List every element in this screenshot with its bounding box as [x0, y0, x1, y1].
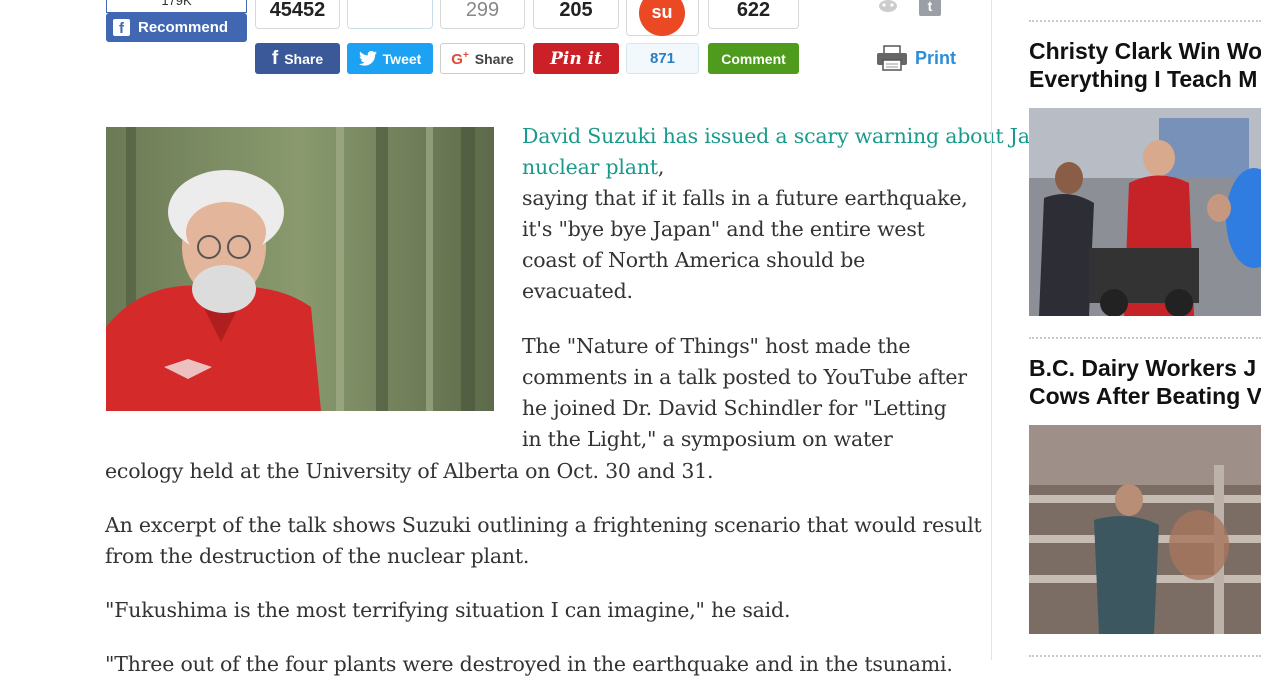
sidebar-story-image-2[interactable]	[1029, 425, 1261, 634]
article-paragraph-4: "Fukushima is the most terrifying situat…	[105, 595, 790, 626]
p3-line: An excerpt of the talk shows Suzuki outl…	[105, 513, 982, 537]
title-line: Christy Clark Win Wo	[1029, 38, 1261, 64]
p1-line: it's "bye bye Japan" and the entire west	[522, 217, 925, 241]
pinterest-pin-label: Pin it	[550, 48, 602, 69]
p1-line: evacuated.	[522, 279, 633, 303]
comment-count: 622	[708, 0, 799, 29]
title-line: B.C. Dairy Workers J	[1029, 355, 1257, 381]
googleplus-share-count: 299	[440, 0, 525, 29]
stumbleupon-count[interactable]: 871	[626, 43, 699, 74]
facebook-recommend-button[interactable]: f Recommend	[106, 13, 247, 42]
sidebar-divider	[991, 0, 992, 660]
facebook-share-button[interactable]: f Share	[255, 43, 340, 74]
pinterest-pin-button[interactable]: Pin it	[533, 43, 619, 74]
article-paragraph-3: An excerpt of the talk shows Suzuki outl…	[105, 510, 982, 572]
sidebar-story-image-1[interactable]	[1029, 108, 1261, 316]
p2-line: he joined Dr. David Schindler for "Letti…	[522, 396, 947, 420]
twitter-tweet-button[interactable]: Tweet	[347, 43, 433, 74]
sidebar-story-title-1[interactable]: Christy Clark Win Wo Everything I Teach …	[1029, 37, 1261, 93]
comment-label: Comment	[721, 50, 786, 67]
recommend-count: 179K	[106, 0, 247, 13]
comment-button[interactable]: Comment	[708, 43, 799, 74]
facebook-icon: f	[113, 19, 130, 37]
p5-text: "Three out of the four plants were destr…	[105, 652, 953, 676]
tumblr-icon[interactable]: t	[919, 0, 941, 16]
print-label: Print	[915, 47, 957, 68]
facebook-icon: f	[271, 47, 279, 69]
article-paragraph-2-part-b: ecology held at the University of Albert…	[105, 456, 714, 487]
article-paragraph-5: "Three out of the four plants were destr…	[105, 649, 953, 680]
recommend-label: Recommend	[138, 19, 229, 36]
sidebar-separator	[1029, 337, 1261, 339]
p2-line: The "Nature of Things" host made the	[522, 334, 911, 358]
googleplus-icon: G+	[451, 49, 469, 68]
googleplus-share-label: Share	[474, 50, 514, 67]
p1-line: coast of North America should be	[522, 248, 866, 272]
reddit-icon[interactable]	[876, 0, 900, 14]
sidebar-story-title-2[interactable]: B.C. Dairy Workers J Cows After Beating …	[1029, 354, 1261, 410]
googleplus-share-button[interactable]: G+ Share	[440, 43, 525, 74]
article-paragraph-2-part-a: The "Nature of Things" host made the com…	[522, 331, 967, 455]
title-line: Everything I Teach M	[1029, 66, 1258, 92]
print-button[interactable]: Print	[876, 45, 956, 71]
title-line: Cows After Beating V	[1029, 383, 1261, 409]
sidebar-separator	[1029, 655, 1261, 657]
sidebar-separator	[1029, 20, 1261, 22]
facebook-share-count: 45452	[255, 0, 340, 29]
p1-comma: ,	[657, 155, 665, 179]
twitter-bird-icon	[358, 51, 377, 66]
p2-line: comments in a talk posted to YouTube aft…	[522, 365, 967, 389]
p4-text: "Fukushima is the most terrifying situat…	[105, 598, 791, 622]
printer-icon	[877, 45, 907, 71]
p3-line: from the destruction of the nuclear plan…	[105, 544, 530, 568]
p2-line: ecology held at the University of Albert…	[105, 459, 714, 483]
twitter-tweet-label: Tweet	[382, 50, 422, 67]
p2-line: in the Light," a symposium on water	[522, 427, 893, 451]
p1-line: saying that if it falls in a future eart…	[522, 186, 968, 210]
article-photo-david-suzuki	[106, 127, 494, 411]
pinterest-pin-count: 205	[533, 0, 619, 29]
facebook-share-label: Share	[284, 50, 324, 67]
twitter-tweet-count	[347, 0, 433, 29]
